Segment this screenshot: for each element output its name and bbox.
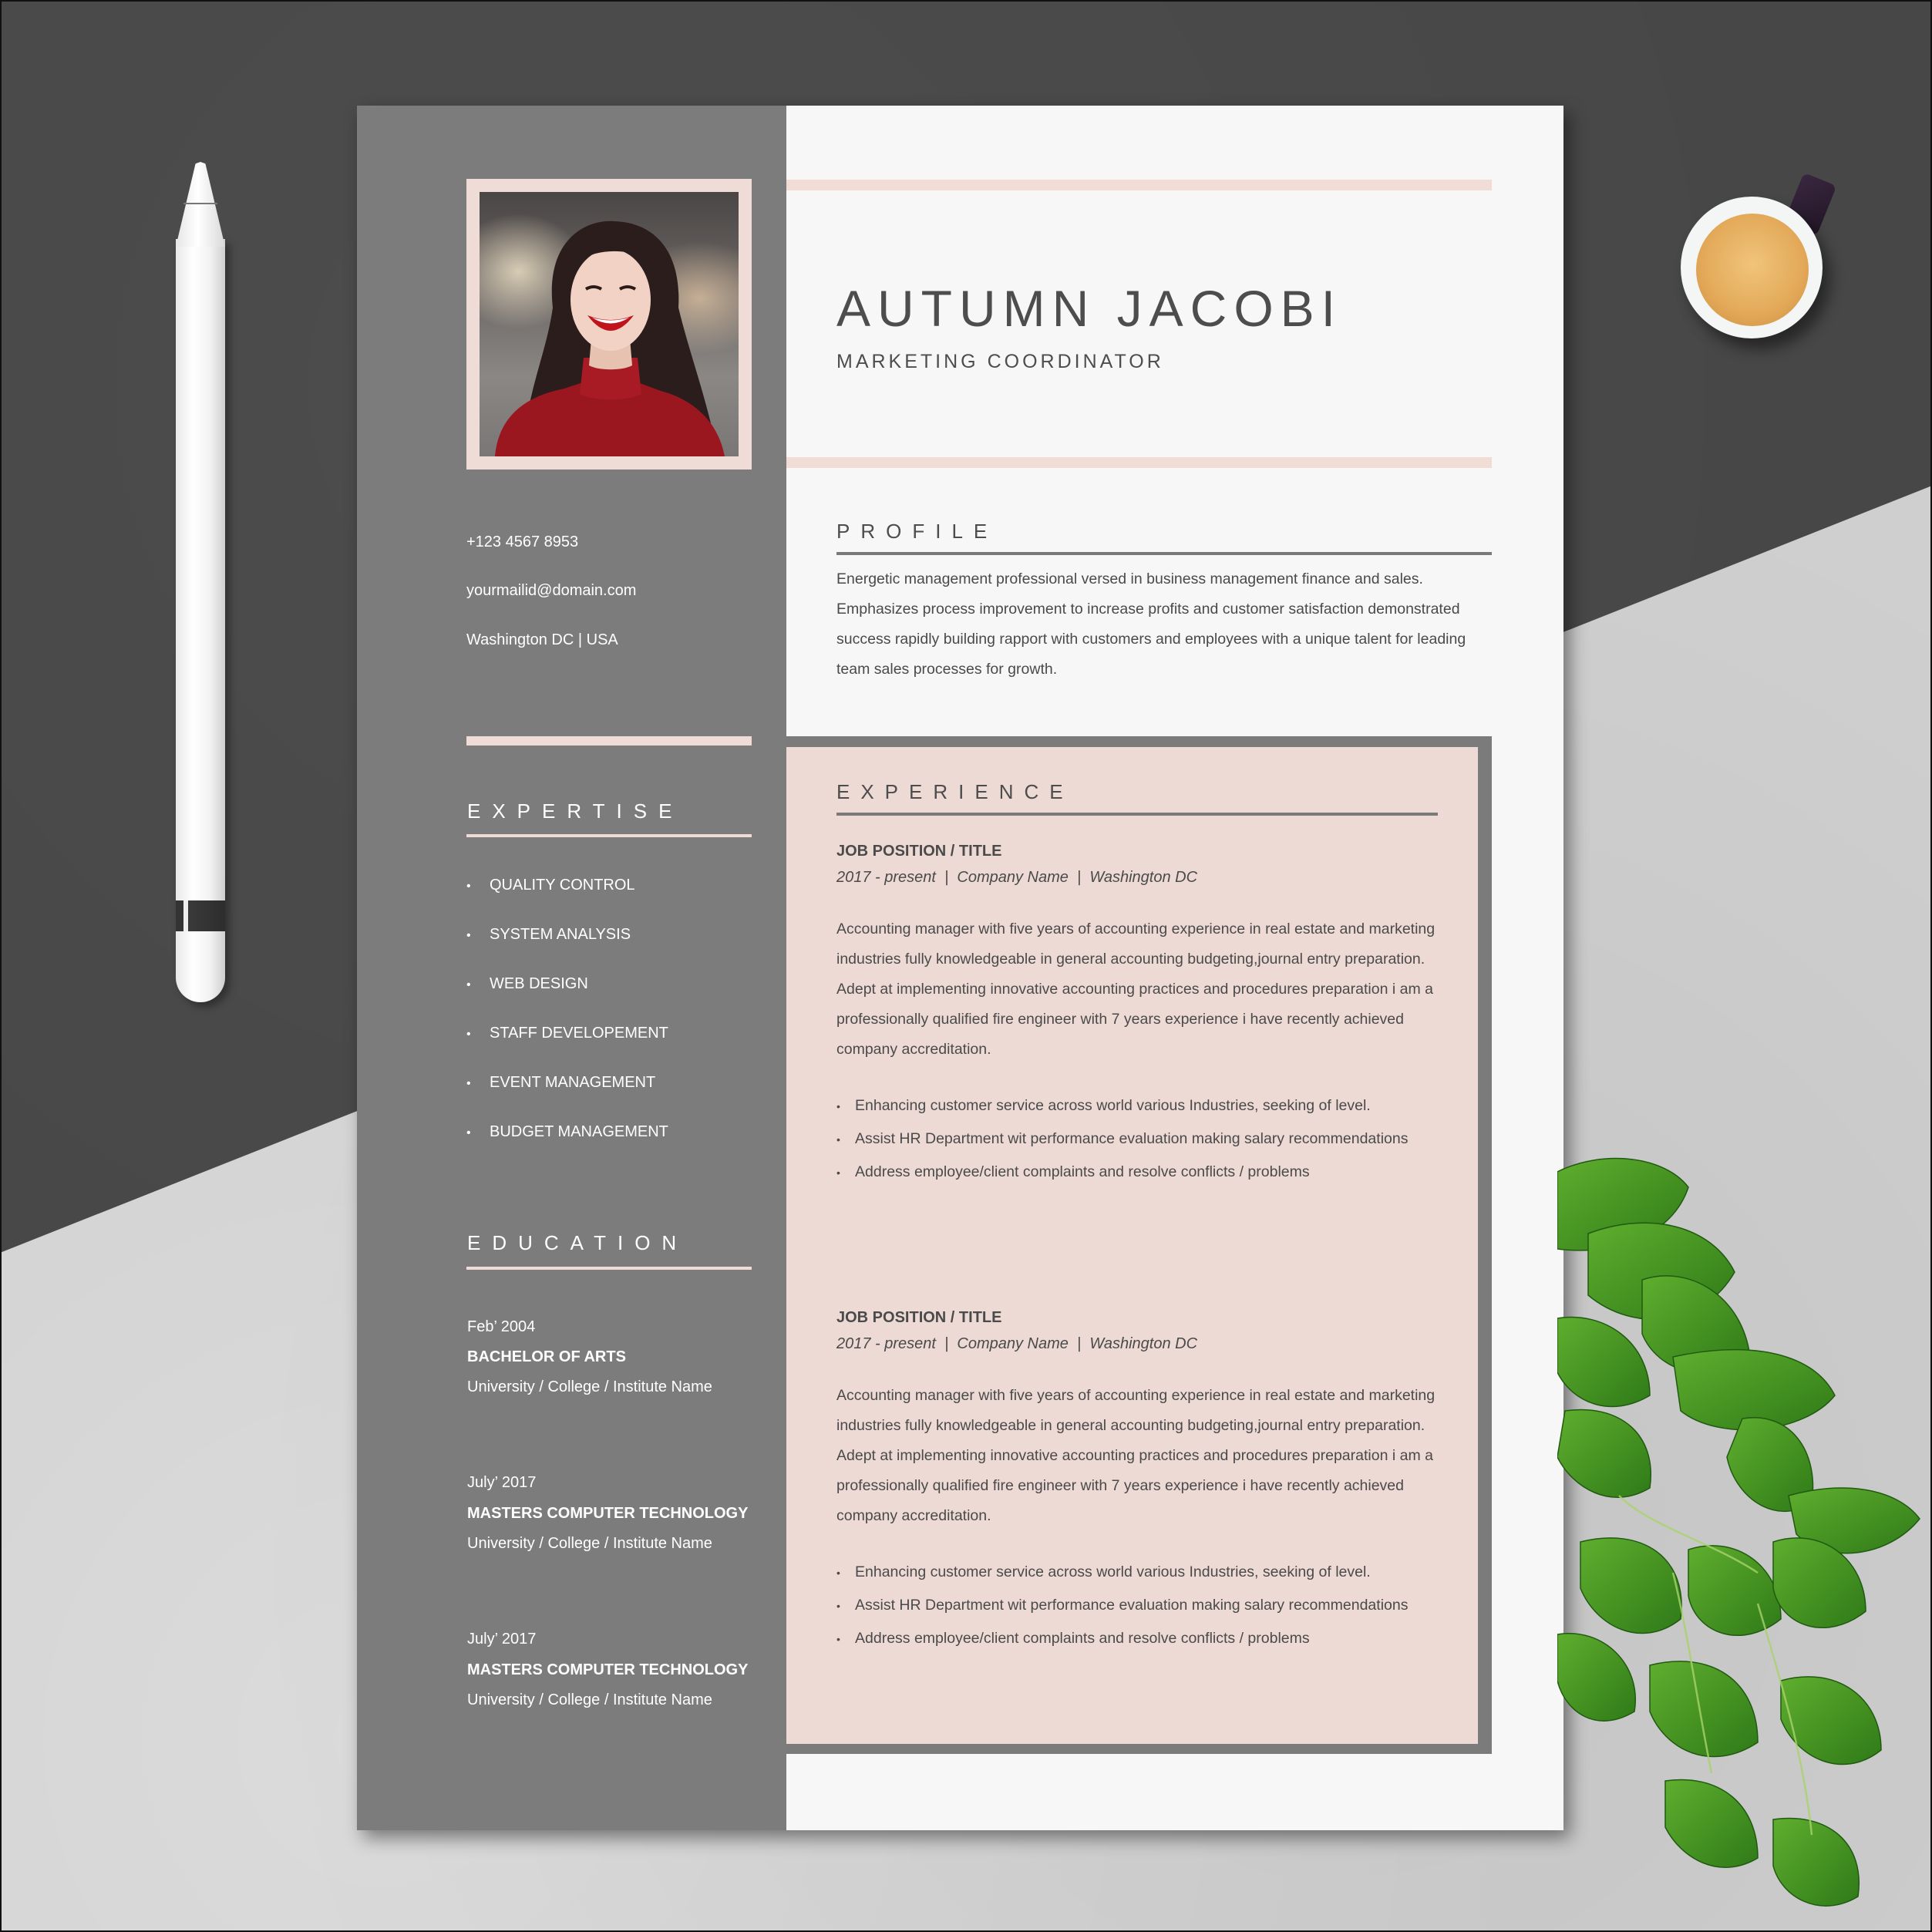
job-title: JOB POSITION / TITLE	[836, 1309, 1002, 1326]
bullet-icon: •	[836, 1600, 840, 1612]
pencil-body	[176, 239, 225, 1002]
job-bullet-text: Enhancing customer service across world …	[855, 1563, 1371, 1580]
pencil-tip	[176, 162, 225, 247]
expertise-item: • STAFF DEVELOPEMENT	[466, 1025, 668, 1042]
expertise-item: • QUALITY CONTROL	[466, 877, 635, 894]
profile-rule	[836, 552, 1492, 555]
plant-icon	[1557, 1141, 1932, 1932]
header-bottom-bar	[786, 457, 1492, 468]
candidate-name: AUTUMN JACOBI	[836, 280, 1343, 337]
education-degree: BACHELOR OF ARTS	[467, 1348, 626, 1365]
experience-content: EXPERIENCE JOB POSITION / TITLE 2017 - p…	[786, 747, 1478, 1744]
expertise-label: BUDGET MANAGEMENT	[490, 1123, 668, 1140]
education-date: July’ 2017	[467, 1631, 537, 1648]
header-top-bar	[786, 180, 1492, 190]
bullet-icon: •	[466, 1077, 471, 1090]
expertise-label: EVENT MANAGEMENT	[490, 1074, 656, 1091]
job-meta: 2017 - present | Company Name | Washingt…	[836, 1335, 1198, 1352]
profile-heading: PROFILE	[836, 520, 998, 543]
bullet-icon: •	[466, 978, 471, 991]
job-bullets: • Enhancing customer service across world…	[836, 1556, 1469, 1655]
experience-rule	[836, 813, 1438, 816]
expertise-item: • SYSTEM ANALYSIS	[466, 926, 631, 944]
expertise-rule	[466, 834, 752, 837]
pencil-tip-line	[183, 203, 217, 204]
job-bullet-text: Assist HR Department wit performance eva…	[855, 1597, 1409, 1614]
contact-location: Washington DC | USA	[466, 631, 618, 648]
expertise-label: SYSTEM ANALYSIS	[490, 926, 631, 943]
education-degree: MASTERS COMPUTER TECHNOLOGY	[467, 1661, 749, 1678]
sidebar-divider	[466, 736, 752, 746]
education-school: University / College / Institute Name	[467, 1535, 712, 1552]
job-bullet: • Assist HR Department wit performance ev…	[836, 1123, 1469, 1156]
job-bullet: • Address employee/client complaints and …	[836, 1622, 1469, 1655]
candidate-role: MARKETING COORDINATOR	[836, 351, 1164, 372]
bullet-icon: •	[836, 1166, 840, 1179]
job-description: Accounting manager with five years of ac…	[836, 921, 1436, 1058]
bullet-icon: •	[836, 1567, 840, 1579]
education-degree: MASTERS COMPUTER TECHNOLOGY	[467, 1505, 749, 1522]
job-description: Accounting manager with five years of ac…	[836, 1387, 1436, 1524]
education-heading: EDUCATION	[467, 1231, 688, 1254]
job-meta: 2017 - present | Company Name | Washingt…	[836, 869, 1198, 886]
job-bullet-text: Address employee/client complaints and r…	[855, 1630, 1310, 1647]
plant-leaves	[1557, 1157, 1920, 1907]
experience-panel: EXPERIENCE JOB POSITION / TITLE 2017 - p…	[786, 736, 1492, 1754]
bullet-icon: •	[466, 929, 471, 942]
job-bullet-text: Assist HR Department wit performance eva…	[855, 1130, 1409, 1147]
expertise-item: • WEB DESIGN	[466, 975, 588, 993]
portrait-illustration	[495, 220, 725, 456]
coffee-surface	[1696, 214, 1809, 326]
contact-phone: +123 4567 8953	[466, 533, 579, 550]
sidebar: +123 4567 8953 yourmailid@domain.com Was…	[357, 106, 786, 1830]
bullet-icon: •	[466, 880, 471, 893]
education-rule	[466, 1267, 752, 1270]
experience-heading: EXPERIENCE	[836, 780, 1074, 803]
expertise-label: WEB DESIGN	[490, 975, 588, 992]
bullet-icon: •	[836, 1100, 840, 1112]
resume-page: +123 4567 8953 yourmailid@domain.com Was…	[357, 106, 1563, 1830]
education-date: Feb’ 2004	[467, 1318, 536, 1335]
coffee-cup-icon	[1681, 172, 1837, 351]
job-bullet: • Address employee/client complaints and …	[836, 1156, 1469, 1189]
job-bullet: • Enhancing customer service across world…	[836, 1089, 1469, 1123]
bullet-icon: •	[466, 1126, 471, 1139]
job-bullet-text: Enhancing customer service across world …	[855, 1097, 1371, 1114]
education-school: University / College / Institute Name	[467, 1691, 712, 1708]
expertise-item: • EVENT MANAGEMENT	[466, 1074, 655, 1092]
job-bullets: • Enhancing customer service across world…	[836, 1089, 1469, 1189]
profile-text: Energetic management professional versed…	[836, 571, 1466, 678]
contact-email: yourmailid@domain.com	[466, 582, 637, 599]
pencil-icon	[176, 162, 225, 1002]
bullet-icon: •	[836, 1133, 840, 1146]
expertise-heading: EXPERTISE	[467, 799, 684, 823]
expertise-label: QUALITY CONTROL	[490, 877, 635, 894]
expertise-item: • BUDGET MANAGEMENT	[466, 1123, 668, 1141]
profile-photo	[480, 192, 739, 456]
education-date: July’ 2017	[467, 1474, 537, 1491]
expertise-label: STAFF DEVELOPEMENT	[490, 1025, 668, 1042]
job-title: JOB POSITION / TITLE	[836, 843, 1002, 860]
education-school: University / College / Institute Name	[467, 1378, 712, 1395]
job-bullet-text: Address employee/client complaints and r…	[855, 1163, 1310, 1180]
pencil-band	[176, 900, 225, 931]
bullet-icon: •	[466, 1028, 471, 1041]
photo-frame	[466, 179, 752, 470]
job-bullet: • Enhancing customer service across world…	[836, 1556, 1469, 1589]
bullet-icon: •	[836, 1633, 840, 1645]
job-bullet: • Assist HR Department wit performance ev…	[836, 1589, 1469, 1622]
